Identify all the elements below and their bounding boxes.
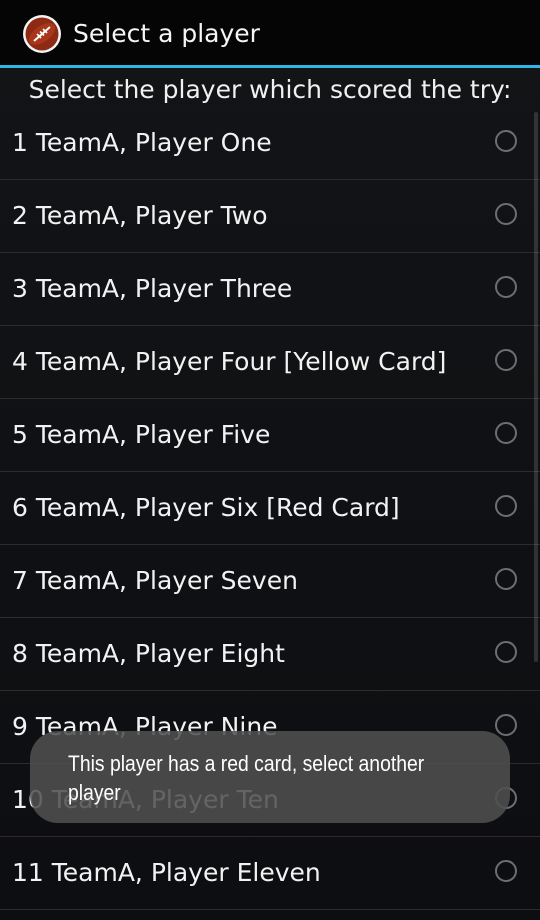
radio-button[interactable]	[495, 130, 517, 152]
screen: Select a player Select the player which …	[0, 0, 540, 920]
player-label: 4 TeamA, Player Four [Yellow Card]	[12, 347, 447, 376]
radio-button[interactable]	[495, 349, 517, 371]
list-item[interactable]: 6 TeamA, Player Six [Red Card]	[0, 472, 540, 545]
list-item[interactable]: 8 TeamA, Player Eight	[0, 618, 540, 691]
player-label: 11 TeamA, Player Eleven	[12, 858, 321, 887]
radio-button[interactable]	[495, 860, 517, 882]
list-item[interactable]: 7 TeamA, Player Seven	[0, 545, 540, 618]
list-item[interactable]: 4 TeamA, Player Four [Yellow Card]	[0, 326, 540, 399]
toast-message: This player has a red card, select anoth…	[68, 751, 425, 805]
radio-button[interactable]	[495, 568, 517, 590]
football-icon[interactable]	[22, 14, 62, 54]
player-label: 2 TeamA, Player Two	[12, 201, 268, 230]
list-item[interactable]: 3 TeamA, Player Three	[0, 253, 540, 326]
radio-button[interactable]	[495, 641, 517, 663]
player-label: 7 TeamA, Player Seven	[12, 566, 298, 595]
radio-button[interactable]	[495, 422, 517, 444]
radio-button[interactable]	[495, 276, 517, 298]
list-item[interactable]: 2 TeamA, Player Two	[0, 180, 540, 253]
radio-button[interactable]	[495, 495, 517, 517]
player-label: 6 TeamA, Player Six [Red Card]	[12, 493, 400, 522]
player-label: 1 TeamA, Player One	[12, 128, 272, 157]
list-item[interactable]: 5 TeamA, Player Five	[0, 399, 540, 472]
toast: This player has a red card, select anoth…	[30, 731, 510, 823]
radio-button[interactable]	[495, 203, 517, 225]
list-item[interactable]: 1 TeamA, Player One	[0, 107, 540, 180]
scrollbar[interactable]	[534, 112, 538, 662]
player-label: 3 TeamA, Player Three	[12, 274, 293, 303]
action-bar: Select a player	[0, 0, 540, 68]
list-item[interactable]: 11 TeamA, Player Eleven	[0, 837, 540, 910]
prompt-text: Select the player which scored the try:	[28, 75, 512, 104]
player-label: 5 TeamA, Player Five	[12, 420, 271, 449]
action-bar-title: Select a player	[73, 19, 260, 48]
radio-button[interactable]	[495, 714, 517, 736]
player-label: 8 TeamA, Player Eight	[12, 639, 285, 668]
